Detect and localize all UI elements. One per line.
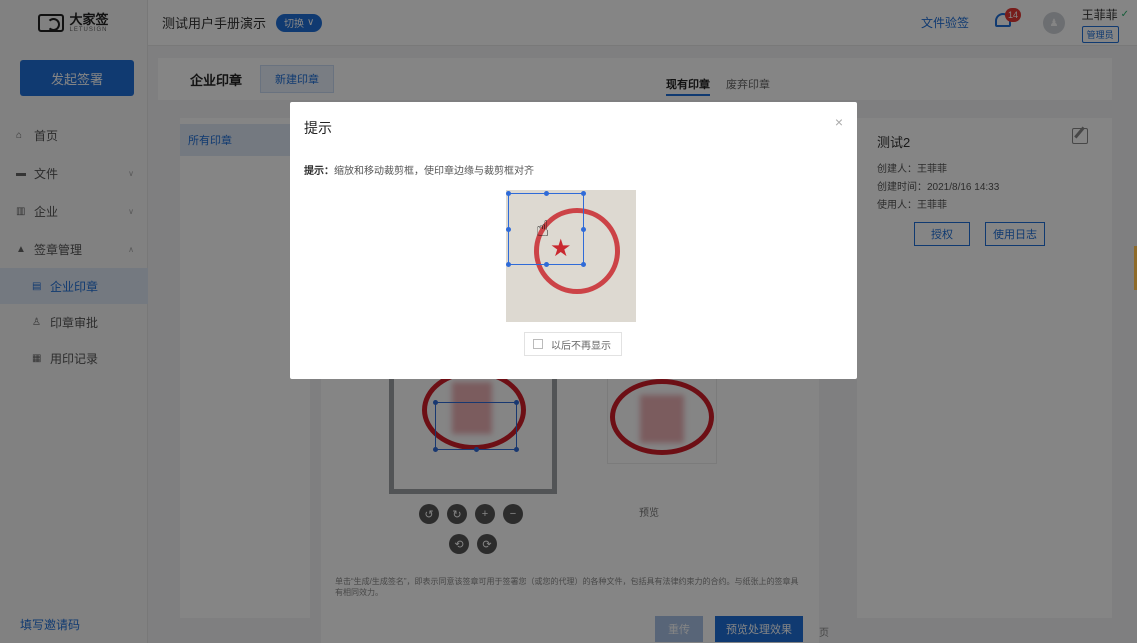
tip-modal: 提示 × 提示：缩放和移动裁剪框，使印章边缘与裁剪框对齐 ★ ☝ 以后不再显示 (290, 102, 857, 379)
crop-demo-image: ★ ☝ (506, 190, 636, 322)
modal-tip: 提示：缩放和移动裁剪框，使印章边缘与裁剪框对齐 (304, 162, 534, 177)
dont-show-label: 以后不再显示 (551, 340, 611, 352)
modal-title: 提示 (304, 120, 332, 136)
checkbox-icon[interactable] (533, 339, 543, 349)
tip-label: 提示： (304, 166, 334, 177)
dont-show-again-checkbox[interactable]: 以后不再显示 (524, 332, 622, 356)
hand-pointer-icon: ☝ (536, 216, 550, 241)
tip-text: 缩放和移动裁剪框，使印章边缘与裁剪框对齐 (334, 166, 534, 177)
close-icon[interactable]: × (835, 114, 843, 130)
